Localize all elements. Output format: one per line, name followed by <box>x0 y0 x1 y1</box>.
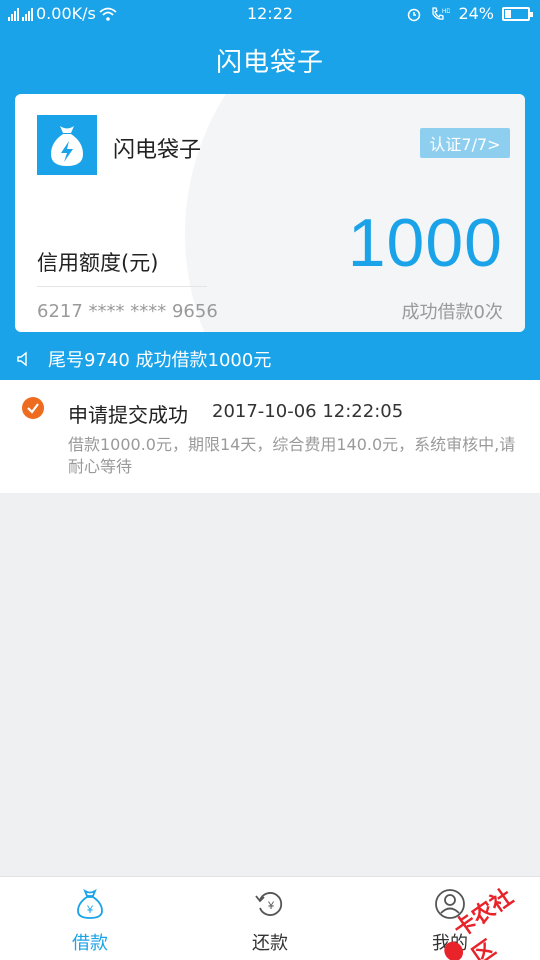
record-title: 申请提交成功 <box>68 403 188 427</box>
record-time: 2017-10-06 12:22:05 <box>212 401 404 422</box>
record-description: 借款1000.0元，期限14天，综合费用140.0元，系统审核中,请耐心等待 <box>68 435 516 476</box>
credit-label: 信用额度(元) <box>37 251 159 275</box>
money-bag-lightning-icon <box>51 126 83 166</box>
svg-text:HD: HD <box>442 9 450 15</box>
repay-icon: ¥ <box>255 892 283 916</box>
tab-borrow-label: 借款 <box>72 933 108 954</box>
money-bag-icon: ¥ <box>77 888 103 919</box>
credit-value: 1000 <box>347 205 503 281</box>
speaker-icon <box>17 351 27 367</box>
tab-borrow[interactable]: ¥ 借款 <box>30 877 150 960</box>
success-count: 成功借款0次 <box>401 302 503 323</box>
card-app-name: 闪电袋子 <box>113 138 202 163</box>
svg-text:¥: ¥ <box>86 904 94 916</box>
tab-repay-label: 还款 <box>252 933 288 954</box>
hd-call-icon: HD <box>432 6 450 20</box>
alarm-icon <box>408 8 421 21</box>
status-right: HD 24% <box>406 4 533 23</box>
verify-button[interactable]: 认证7/7> <box>420 128 510 158</box>
card-number: 6217 **** **** 9656 <box>37 301 218 322</box>
card-divider <box>37 286 207 287</box>
svg-text:¥: ¥ <box>267 900 275 912</box>
notice-bar: 尾号9740 成功借款1000元 <box>16 346 271 372</box>
status-bar: 0.00K/s 12:22 HD 24% <box>0 0 540 30</box>
page-title: 闪电袋子 <box>215 48 324 78</box>
tab-repay[interactable]: ¥ 还款 <box>210 877 330 960</box>
battery-percent: 24% <box>458 4 494 23</box>
check-icon <box>22 397 44 419</box>
app-logo <box>37 115 97 175</box>
loan-card: 闪电袋子 认证7/7> 信用额度(元) 1000 6217 **** **** … <box>15 94 525 332</box>
list-item: 申请提交成功 2017-10-06 12:22:05 借款1000.0元，期限1… <box>0 380 540 493</box>
battery-icon <box>502 6 533 21</box>
notice-text: 尾号9740 成功借款1000元 <box>48 350 272 371</box>
